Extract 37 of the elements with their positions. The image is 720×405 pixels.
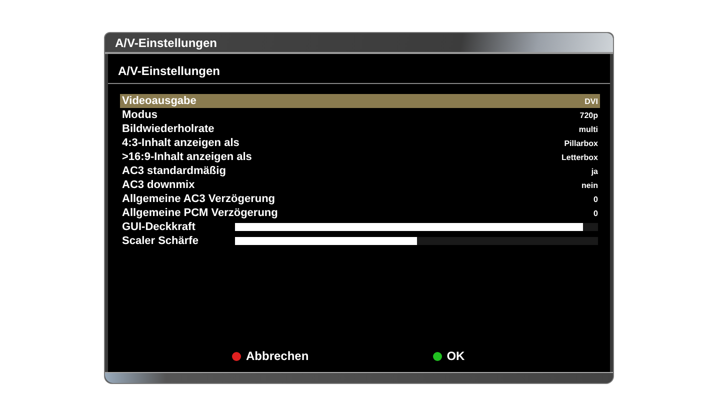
color-key-button[interactable]: OK: [432, 349, 465, 363]
settings-row[interactable]: Allgemeine PCM Verzögerung 0: [120, 206, 600, 220]
setting-label: Bildwiederholrate: [122, 123, 216, 135]
setting-label: >16:9-Inhalt anzeigen als: [122, 151, 253, 163]
setting-label: 4:3-Inhalt anzeigen als: [122, 137, 240, 149]
setting-value[interactable]: 720p: [580, 110, 598, 120]
settings-row[interactable]: Videoausgabe DVI: [120, 94, 600, 108]
setting-value[interactable]: Pillarbox: [564, 138, 598, 148]
setting-value[interactable]: Letterbox: [562, 152, 598, 162]
settings-row[interactable]: Bildwiederholrate multi: [120, 122, 600, 136]
settings-row[interactable]: >16:9-Inhalt anzeigen als Letterbox: [120, 150, 600, 164]
settings-row[interactable]: AC3 standardmäßig ja: [120, 164, 600, 178]
setting-label: AC3 downmix: [122, 179, 196, 191]
setting-label: Scaler Schärfe: [122, 235, 200, 247]
setting-value[interactable]: DVI: [584, 96, 598, 106]
setting-label: Videoausgabe: [122, 95, 198, 107]
settings-row[interactable]: Modus 720p: [120, 108, 600, 122]
setting-label: AC3 standardmäßig: [122, 165, 227, 177]
slider-fill[interactable]: [235, 237, 416, 245]
settings-row[interactable]: Scaler Schärfe: [120, 234, 600, 248]
slider-track[interactable]: [235, 237, 598, 245]
setting-label: Allgemeine PCM Verzögerung: [122, 207, 279, 219]
settings-row[interactable]: 4:3-Inhalt anzeigen als Pillarbox: [120, 136, 600, 150]
setting-value[interactable]: 0: [594, 208, 598, 218]
setting-label: Modus: [122, 109, 158, 121]
settings-row[interactable]: Allgemeine AC3 Verzögerung 0: [120, 192, 600, 206]
color-key-button[interactable]: Abbrechen: [232, 349, 309, 363]
settings-row[interactable]: GUI-Deckkraft: [120, 220, 600, 234]
settings-row[interactable]: AC3 downmix nein: [120, 178, 600, 192]
setting-value[interactable]: nein: [582, 180, 598, 190]
setting-value[interactable]: ja: [591, 166, 598, 176]
setting-value[interactable]: 0: [594, 194, 598, 204]
page-title: A/V-Einstellungen: [118, 64, 220, 78]
setting-value[interactable]: multi: [578, 124, 598, 134]
setting-label: GUI-Deckkraft: [122, 221, 196, 233]
window-title: A/V-Einstellungen: [105, 33, 613, 54]
setting-label: Allgemeine AC3 Verzögerung: [122, 193, 276, 205]
